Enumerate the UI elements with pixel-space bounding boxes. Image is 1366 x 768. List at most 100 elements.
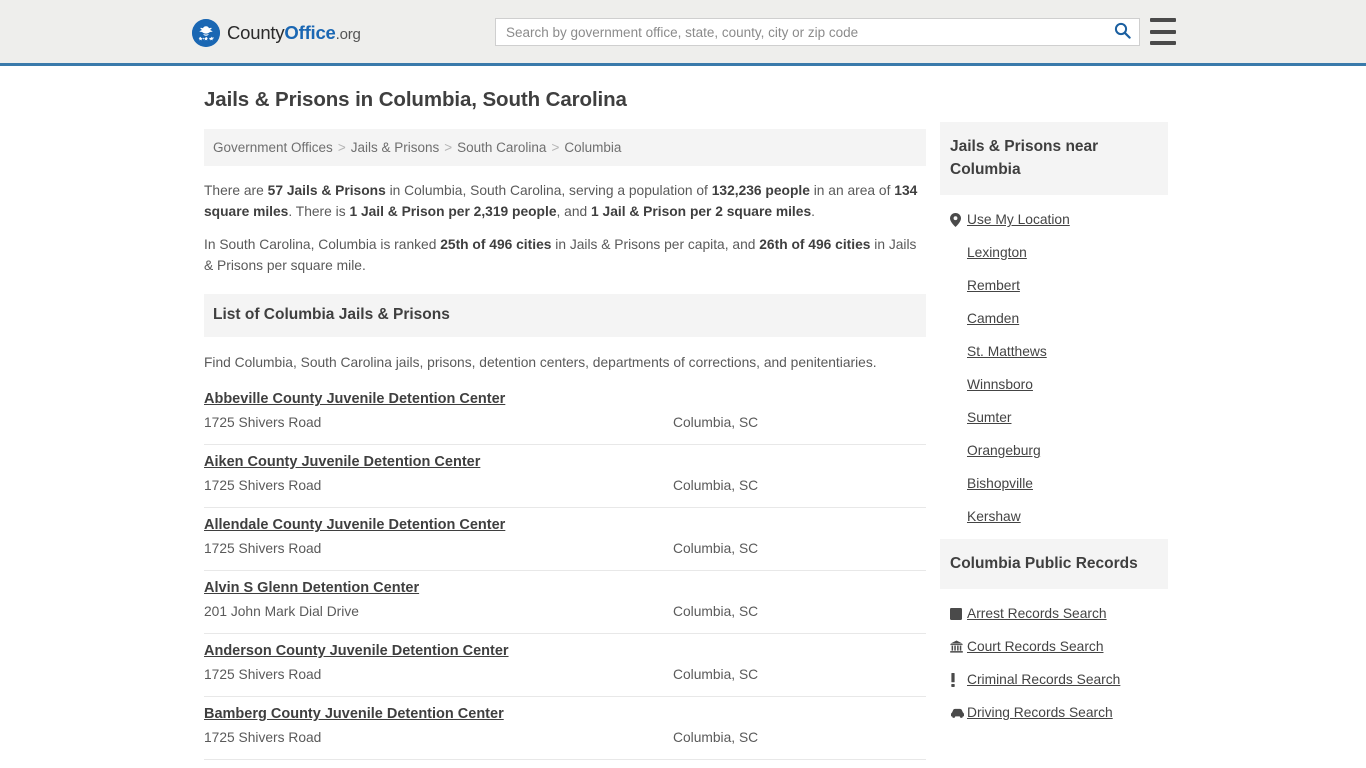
breadcrumb-item-2[interactable]: Jails & Prisons bbox=[351, 140, 440, 155]
breadcrumb-item-4[interactable]: Columbia bbox=[564, 140, 621, 155]
list-item-details: 201 John Mark Dial Drive Columbia, SC bbox=[204, 604, 926, 619]
intro-paragraph-2: In South Carolina, Columbia is ranked 25… bbox=[204, 234, 926, 276]
list-item-name-link[interactable]: Abbeville County Juvenile Detention Cent… bbox=[204, 391, 505, 407]
list-item-address: 1725 Shivers Road bbox=[204, 667, 322, 682]
search-button[interactable] bbox=[1105, 19, 1139, 45]
nearby-list: Use My Location Lexington Rembert Camden St.… bbox=[940, 195, 1168, 533]
breadcrumb-separator: > bbox=[551, 140, 560, 155]
search-icon bbox=[1114, 22, 1131, 42]
list-item: Aiken County Juvenile Detention Center 17… bbox=[204, 445, 926, 508]
intro-p1-part-1: There are bbox=[204, 183, 268, 198]
public-records-box: Columbia Public Records Arrest Records S… bbox=[940, 539, 1168, 729]
list-item-city: Columbia, SC bbox=[673, 667, 759, 682]
sidebar-link[interactable]: Kershaw bbox=[967, 509, 1021, 524]
list-section-heading-text: List of Columbia Jails & Prisons bbox=[213, 306, 450, 323]
search-bar bbox=[495, 18, 1140, 46]
sidebar-list-item: Kershaw bbox=[940, 500, 1168, 533]
list-item-details: 1725 Shivers Road Columbia, SC bbox=[204, 730, 926, 745]
breadcrumb-item-3[interactable]: South Carolina bbox=[457, 140, 546, 155]
sidebar-list-item: Bishopville bbox=[940, 467, 1168, 500]
hamburger-menu-icon[interactable] bbox=[1150, 18, 1176, 45]
list-item-address: 1725 Shivers Road bbox=[204, 415, 322, 430]
intro-p2-part-4: 26th of 496 cities bbox=[759, 237, 871, 252]
main-content: Jails & Prisons in Columbia, South Carol… bbox=[204, 88, 926, 768]
sidebar-list-item: Rembert bbox=[940, 269, 1168, 302]
menu-bar-3 bbox=[1150, 41, 1176, 45]
list-section-description: Find Columbia, South Carolina jails, pri… bbox=[204, 355, 877, 370]
intro-p1-part-7: . There is bbox=[288, 204, 350, 219]
intro-p1-part-3: in Columbia, South Carolina, serving a p… bbox=[385, 183, 712, 198]
site-logo[interactable]: CountyOffice.org bbox=[192, 19, 361, 47]
list-item-name-link[interactable]: Aiken County Juvenile Detention Center bbox=[204, 454, 480, 470]
list-item-address: 201 John Mark Dial Drive bbox=[204, 604, 359, 619]
intro-p1-part-11: . bbox=[811, 204, 815, 219]
list-item: Anderson County Juvenile Detention Cente… bbox=[204, 634, 926, 697]
public-records-heading: Columbia Public Records bbox=[940, 539, 1168, 589]
list-section-heading: List of Columbia Jails & Prisons bbox=[204, 294, 926, 337]
site-logo-text: CountyOffice.org bbox=[227, 22, 361, 44]
intro-p1-part-10: 1 Jail & Prison per 2 square miles bbox=[591, 204, 812, 219]
sidebar-list-item: Use My Location bbox=[940, 203, 1168, 236]
sidebar-list-item: Lexington bbox=[940, 236, 1168, 269]
sidebar-list-item: Winnsboro bbox=[940, 368, 1168, 401]
sidebar-link[interactable]: Winnsboro bbox=[967, 377, 1033, 392]
public-records-list: Arrest Records Search Court Records Searc… bbox=[940, 589, 1168, 729]
sidebar: Jails & Prisons near Columbia Use My Loc… bbox=[940, 122, 1168, 735]
breadcrumb-separator: > bbox=[444, 140, 453, 155]
sidebar-link[interactable]: Bishopville bbox=[967, 476, 1033, 491]
logo-text-part3: .org bbox=[335, 26, 361, 43]
sidebar-link[interactable]: Arrest Records Search bbox=[967, 606, 1107, 621]
sidebar-link[interactable]: Sumter bbox=[967, 410, 1011, 425]
list-item-name-link[interactable]: Bamberg County Juvenile Detention Center bbox=[204, 706, 504, 722]
nearby-box-heading: Jails & Prisons near Columbia bbox=[940, 122, 1168, 195]
logo-text-part2: Office bbox=[284, 22, 336, 43]
list-item-details: 1725 Shivers Road Columbia, SC bbox=[204, 667, 926, 682]
search-input[interactable] bbox=[496, 19, 1105, 45]
sidebar-list-item: Arrest Records Search bbox=[940, 597, 1168, 630]
intro-p2-part-1: In South Carolina, Columbia is ranked bbox=[204, 237, 441, 252]
logo-text-part1: County bbox=[227, 22, 285, 43]
breadcrumb: Government Offices > Jails & Prisons > South… bbox=[204, 129, 926, 166]
list-item-city: Columbia, SC bbox=[673, 415, 759, 430]
map-pin-icon bbox=[950, 212, 967, 227]
intro-p1-part-5: in an area of bbox=[809, 183, 895, 198]
sidebar-link[interactable]: Driving Records Search bbox=[967, 705, 1113, 720]
list-item-details: 1725 Shivers Road Columbia, SC bbox=[204, 478, 926, 493]
sidebar-list-item: Driving Records Search bbox=[940, 696, 1168, 729]
list-item-address: 1725 Shivers Road bbox=[204, 730, 322, 745]
intro-p1-part-8: 1 Jail & Prison per 2,319 people bbox=[349, 204, 557, 219]
eagle-seal-icon bbox=[192, 19, 220, 47]
nearby-box: Jails & Prisons near Columbia Use My Loc… bbox=[940, 122, 1168, 533]
sidebar-link[interactable]: Lexington bbox=[967, 245, 1027, 260]
sidebar-link[interactable]: St. Matthews bbox=[967, 344, 1047, 359]
list-item-name-link[interactable]: Allendale County Juvenile Detention Cent… bbox=[204, 517, 505, 533]
sidebar-list-item: Camden bbox=[940, 302, 1168, 335]
list-item-name-link[interactable]: Anderson County Juvenile Detention Cente… bbox=[204, 643, 509, 659]
intro-paragraph-1: There are 57 Jails & Prisons in Columbia… bbox=[204, 180, 926, 222]
list-item-city: Columbia, SC bbox=[673, 541, 759, 556]
intro-p2-part-3: in Jails & Prisons per capita, and bbox=[551, 237, 760, 252]
bank-building-icon bbox=[950, 640, 967, 653]
list-item-city: Columbia, SC bbox=[673, 604, 759, 619]
jails-prisons-list: Abbeville County Juvenile Detention Cent… bbox=[204, 382, 926, 768]
intro-p1-part-2: 57 Jails & Prisons bbox=[267, 183, 386, 198]
sidebar-link[interactable]: Rembert bbox=[967, 278, 1020, 293]
list-item-details: 1725 Shivers Road Columbia, SC bbox=[204, 541, 926, 556]
fingerprint-icon bbox=[950, 607, 967, 620]
sidebar-link[interactable]: Orangeburg bbox=[967, 443, 1041, 458]
sidebar-link[interactable]: Camden bbox=[967, 311, 1019, 326]
breadcrumb-item-1[interactable]: Government Offices bbox=[213, 140, 333, 155]
sidebar-link[interactable]: Use My Location bbox=[967, 212, 1070, 227]
sidebar-list-item: Sumter bbox=[940, 401, 1168, 434]
list-item-city: Columbia, SC bbox=[673, 730, 759, 745]
menu-bar-1 bbox=[1150, 18, 1176, 22]
car-icon bbox=[950, 708, 967, 718]
menu-bar-2 bbox=[1150, 29, 1176, 34]
list-item-city: Columbia, SC bbox=[673, 478, 759, 493]
list-item-name-link[interactable]: Alvin S Glenn Detention Center bbox=[204, 580, 419, 596]
sidebar-link[interactable]: Criminal Records Search bbox=[967, 672, 1120, 687]
list-item-address: 1725 Shivers Road bbox=[204, 541, 322, 556]
sidebar-link[interactable]: Court Records Search bbox=[967, 639, 1104, 654]
list-item-address: 1725 Shivers Road bbox=[204, 478, 322, 493]
list-item: Allendale County Juvenile Detention Cent… bbox=[204, 508, 926, 571]
